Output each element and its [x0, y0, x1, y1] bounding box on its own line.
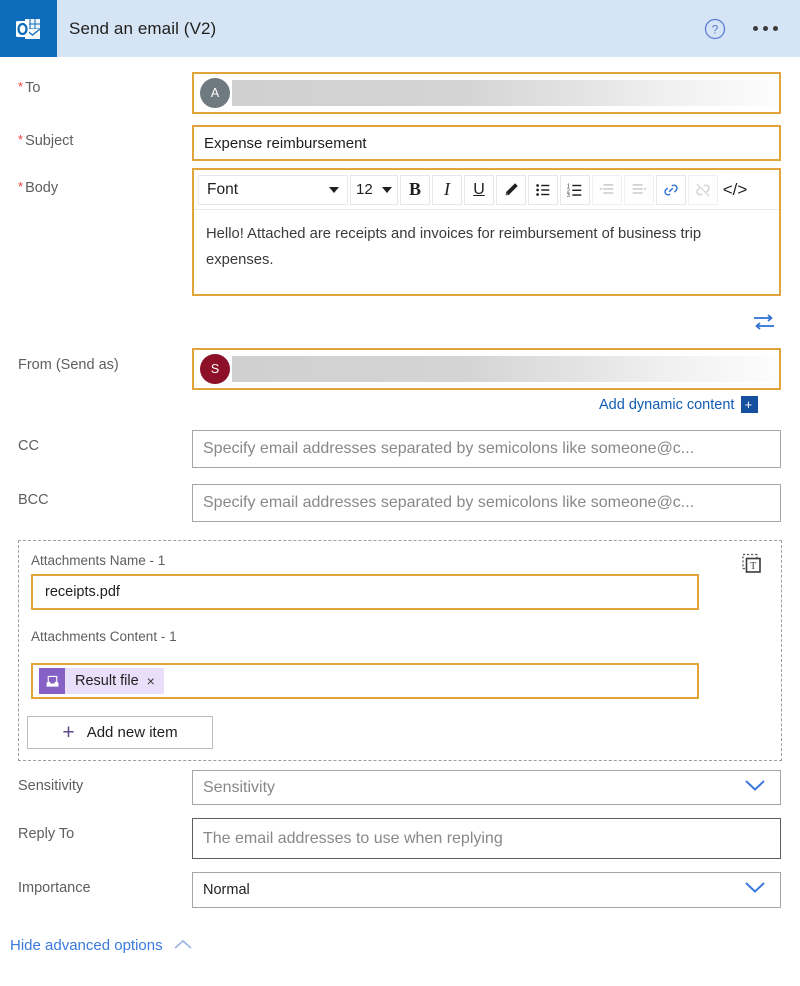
avatar: S — [200, 354, 230, 384]
hide-advanced-options-link[interactable]: Hide advanced options — [10, 937, 193, 954]
avatar: A — [200, 78, 230, 108]
chevron-up-icon — [173, 937, 193, 954]
italic-button[interactable]: I — [432, 174, 462, 205]
highlighter-pen-icon[interactable] — [496, 174, 526, 205]
sensitivity-dropdown[interactable]: Sensitivity — [192, 770, 781, 805]
dynamic-content-token[interactable]: Result file × — [39, 668, 164, 694]
card-header: Send an email (V2) ? — [0, 0, 800, 57]
attachments-name-label: Attachments Name - 1 — [31, 553, 166, 568]
close-icon[interactable]: × — [147, 673, 155, 689]
cc-input[interactable]: Specify email addresses separated by sem… — [192, 430, 781, 468]
header-actions: ? — [703, 17, 800, 41]
add-dynamic-content-label: Add dynamic content — [599, 396, 735, 413]
required-marker: * — [18, 179, 24, 194]
add-new-item-label: Add new item — [86, 724, 178, 741]
subject-value: Expense reimbursement — [204, 134, 367, 152]
sensitivity-placeholder: Sensitivity — [203, 778, 276, 796]
underline-button[interactable]: U — [464, 174, 494, 205]
sensitivity-label: Sensitivity — [18, 778, 84, 794]
attachments-name-value: receipts.pdf — [45, 584, 120, 600]
svg-text:3: 3 — [567, 193, 570, 199]
add-dynamic-content-button[interactable]: Add dynamic content + — [599, 396, 759, 413]
ellipsis-icon[interactable] — [753, 26, 778, 31]
bcc-label: BCC — [18, 492, 49, 508]
attachments-content-label: Attachments Content - 1 — [31, 629, 177, 644]
dynamic-content-file-icon — [39, 668, 65, 694]
from-label: From (Send as) — [18, 357, 119, 373]
outdent-icon[interactable] — [624, 174, 654, 205]
to-label: * To — [18, 79, 41, 96]
numbered-list-icon[interactable]: 1 2 3 — [560, 174, 590, 205]
font-family-dropdown[interactable]: Font — [198, 174, 348, 205]
send-email-action-card: Send an email (V2) ? * To A * Subject Expe… — [0, 0, 800, 986]
cc-label: CC — [18, 438, 39, 454]
chevron-down-icon — [382, 186, 392, 193]
editor-toolbar: Font 12 B I U 1 2 3 </> — [194, 170, 779, 210]
bulleted-list-icon[interactable] — [528, 174, 558, 205]
unlink-icon[interactable] — [688, 174, 718, 205]
importance-label: Importance — [18, 880, 91, 896]
cc-placeholder: Specify email addresses separated by sem… — [203, 440, 695, 457]
chevron-down-icon — [329, 186, 339, 193]
add-plus-badge-icon: + — [741, 396, 759, 413]
plus-icon: + — [62, 721, 75, 744]
to-recipient-chip: A — [194, 74, 779, 112]
body-rich-text-editor[interactable]: Font 12 B I U 1 2 3 </> Hello! Attached … — [192, 168, 781, 296]
body-text[interactable]: Hello! Attached are receipts and invoice… — [194, 210, 779, 274]
importance-value: Normal — [203, 882, 250, 898]
redacted-sender-value — [232, 356, 779, 382]
help-circle-icon[interactable]: ? — [703, 17, 727, 41]
reply-to-input[interactable]: The email addresses to use when replying — [192, 818, 781, 859]
redacted-recipient-value — [232, 80, 779, 106]
switch-to-text-mode-icon[interactable]: T — [739, 551, 765, 577]
subject-label: * Subject — [18, 132, 74, 149]
reply-to-label: Reply To — [18, 826, 75, 842]
from-input[interactable]: S — [192, 348, 781, 390]
reply-to-placeholder: The email addresses to use when replying — [203, 829, 503, 847]
svg-text:?: ? — [712, 22, 719, 36]
svg-text:T: T — [750, 561, 756, 572]
to-input[interactable]: A — [192, 72, 781, 114]
subject-input[interactable]: Expense reimbursement — [192, 125, 781, 161]
link-icon[interactable] — [656, 174, 686, 205]
from-sender-chip: S — [194, 350, 779, 388]
token-label: Result file — [75, 673, 139, 689]
attachments-name-input[interactable]: receipts.pdf — [31, 574, 699, 610]
indent-icon[interactable] — [592, 174, 622, 205]
card-title: Send an email (V2) — [69, 18, 217, 38]
font-size-dropdown[interactable]: 12 — [350, 174, 398, 205]
required-marker: * — [18, 132, 24, 147]
bcc-input[interactable]: Specify email addresses separated by sem… — [192, 484, 781, 522]
importance-dropdown[interactable]: Normal — [192, 872, 781, 908]
bcc-placeholder: Specify email addresses separated by sem… — [203, 494, 695, 511]
code-view-button[interactable]: </> — [720, 174, 750, 205]
outlook-icon — [0, 0, 57, 57]
chevron-down-icon — [744, 779, 766, 797]
required-marker: * — [18, 79, 24, 94]
body-label: * Body — [18, 179, 59, 196]
chevron-down-icon — [744, 881, 766, 899]
bold-button[interactable]: B — [400, 174, 430, 205]
hide-advanced-options-label: Hide advanced options — [10, 937, 163, 954]
swap-arrows-icon[interactable] — [752, 312, 776, 332]
attachments-content-input[interactable]: Result file × — [31, 663, 699, 699]
add-new-item-button[interactable]: + Add new item — [27, 716, 213, 749]
